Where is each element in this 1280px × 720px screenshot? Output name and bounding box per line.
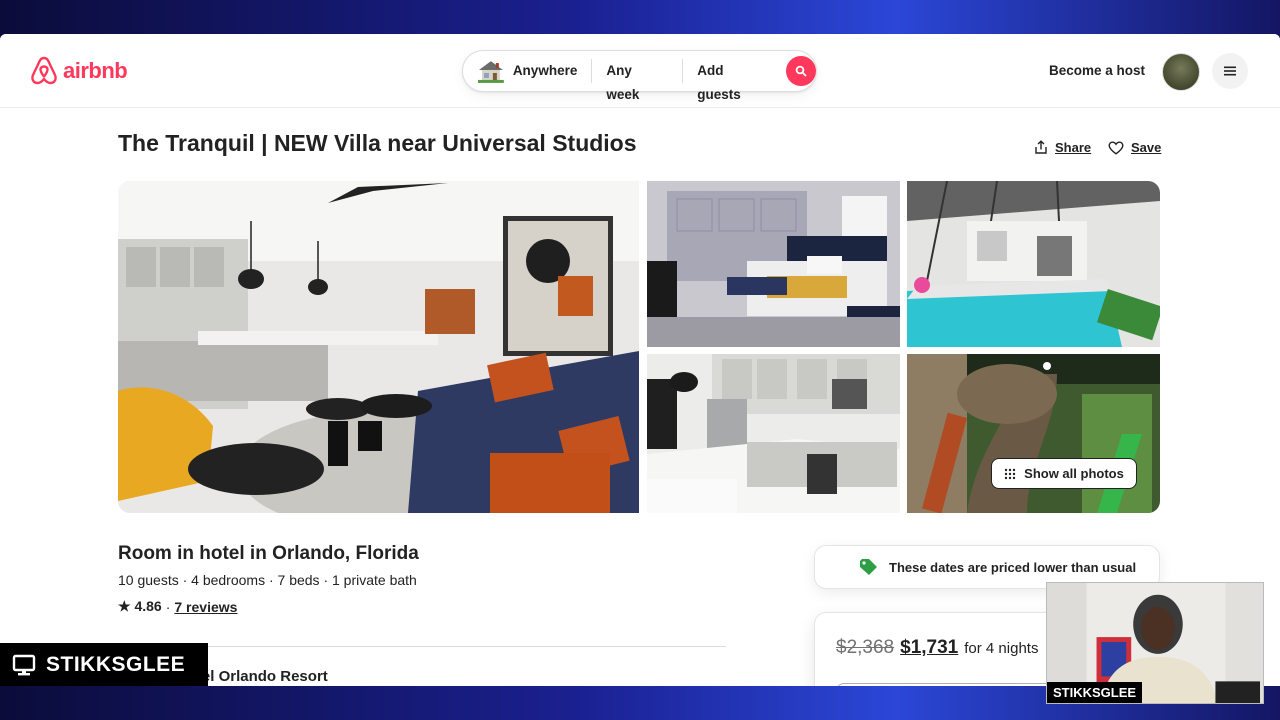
streamer-badge: STIKKSGLEE <box>0 643 208 686</box>
monitor-icon <box>12 654 36 675</box>
room-type-heading: Room in hotel in Orlando, Florida <box>118 543 419 564</box>
share-label: Share <box>1055 140 1092 155</box>
photo-themed-room[interactable] <box>907 354 1160 513</box>
grid-dots-icon <box>1004 468 1016 479</box>
main-menu-button[interactable] <box>1212 53 1248 89</box>
room-details: 10 guests · 4 bedrooms · 7 beds · 1 priv… <box>118 572 417 588</box>
become-host-link[interactable]: Become a host <box>1049 63 1145 78</box>
share-button[interactable]: Share <box>1034 140 1091 155</box>
rating-separator: · <box>165 598 171 615</box>
webcam-label: STIKKSGLEE <box>1047 682 1143 703</box>
hamburger-menu-icon <box>1224 66 1236 76</box>
airbnb-wordmark: airbnb <box>63 58 128 83</box>
show-all-photos-label: Show all photos <box>1024 466 1124 481</box>
search-button[interactable] <box>786 56 817 86</box>
section-divider <box>118 646 726 647</box>
search-guests[interactable]: Add guests <box>683 59 784 102</box>
listing-title: The Tranquil | NEW Villa near Universal … <box>118 130 637 156</box>
heart-icon <box>1108 140 1124 155</box>
share-icon <box>1035 140 1047 154</box>
rating-row: ★ 4.86 · 7 reviews <box>118 598 237 615</box>
discounted-price[interactable]: $1,731 <box>900 637 958 659</box>
search-dates[interactable]: Any week <box>592 59 682 102</box>
nights-label: for 4 nights <box>964 640 1039 657</box>
airbnb-logo-icon <box>31 56 57 85</box>
save-label: Save <box>1131 140 1162 155</box>
photo-bedroom[interactable] <box>647 181 900 347</box>
original-price: $2,368 <box>836 637 895 658</box>
photo-pool[interactable] <box>907 181 1160 347</box>
save-button[interactable]: Save <box>1108 140 1161 155</box>
rating-value: ★ 4.86 <box>118 598 162 614</box>
site-header: airbnb Anywhere Any week Add guests Beco… <box>0 34 1280 108</box>
reviews-link[interactable]: 7 reviews <box>174 599 237 615</box>
photo-kitchen[interactable] <box>647 354 900 513</box>
show-all-photos-button[interactable]: Show all photos <box>991 458 1137 489</box>
price-note-text: These dates are priced lower than usual <box>889 559 1137 575</box>
price-row: $2,368 $1,731 for 4 nights <box>836 637 1038 659</box>
photo-living-room[interactable] <box>118 181 639 513</box>
search-icon <box>795 65 807 77</box>
search-location[interactable]: Anywhere <box>505 59 592 83</box>
price-tag-icon <box>860 559 877 575</box>
airbnb-logo[interactable]: airbnb <box>29 55 128 87</box>
search-bar[interactable]: Anywhere Any week Add guests <box>462 50 817 102</box>
house-icon <box>477 61 504 83</box>
streamer-name: STIKKSGLEE <box>46 652 186 676</box>
user-avatar[interactable] <box>1162 53 1200 91</box>
